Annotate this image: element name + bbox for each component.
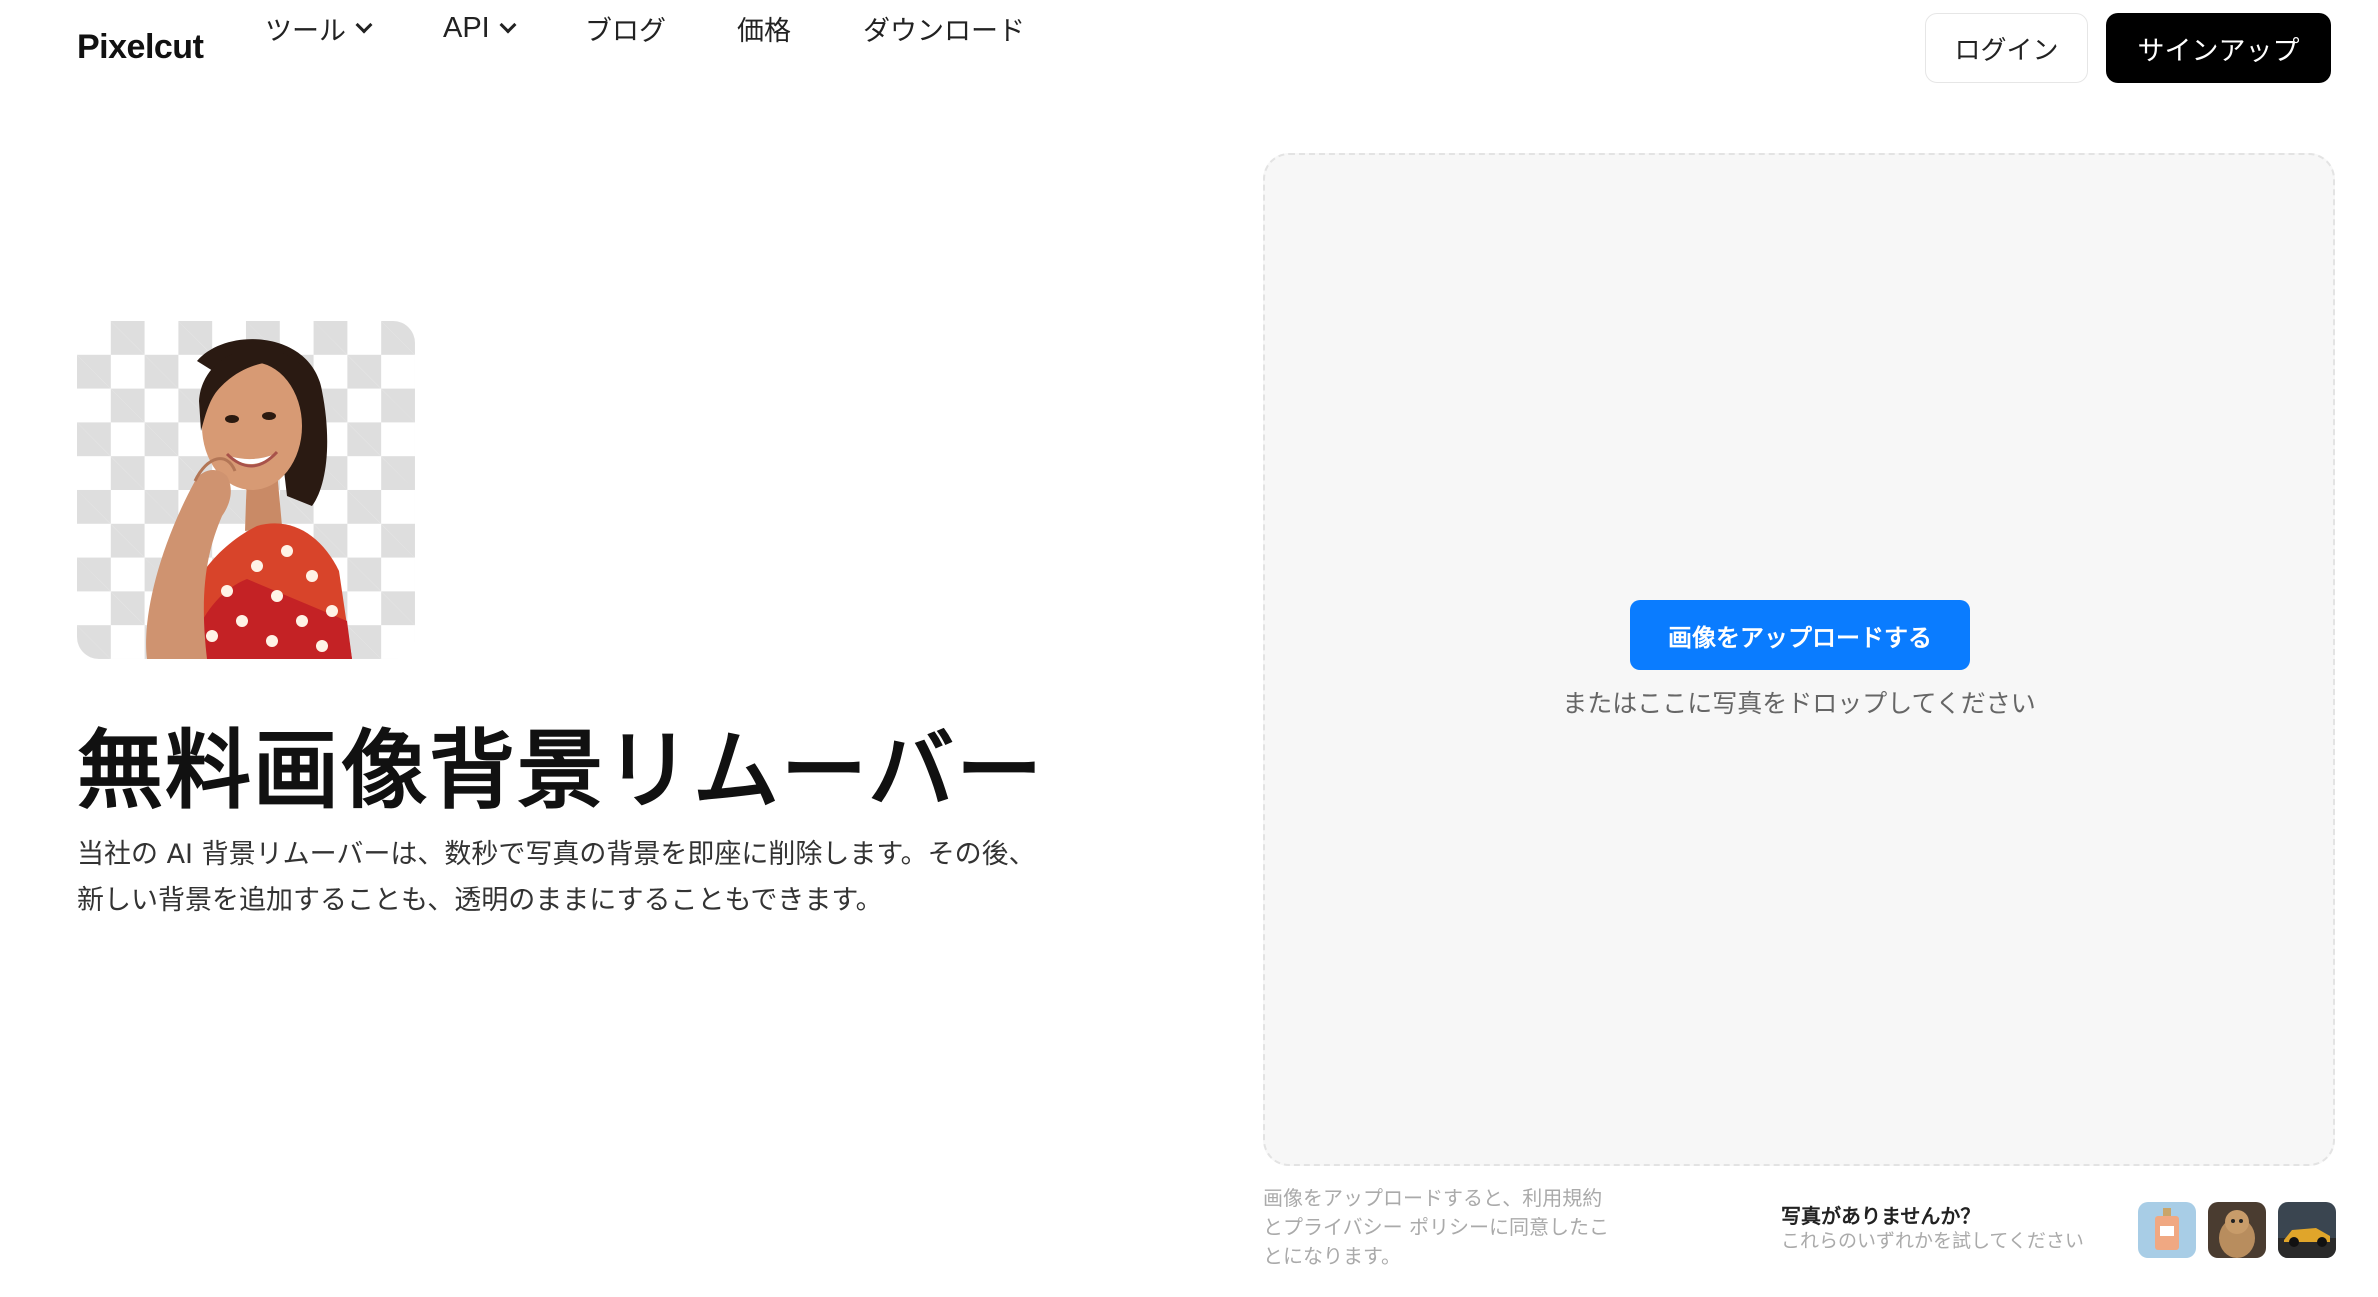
- sports-car-icon: [2278, 1202, 2336, 1258]
- sample-photos-subtitle: これらのいずれかを試してください: [1781, 1230, 2084, 1252]
- signup-button[interactable]: サインアップ: [2106, 13, 2331, 83]
- nav-tools-label: ツール: [265, 15, 346, 47]
- hero-description: 当社の AI 背景リムーバーは、数秒で写真の背景を即座に削除します。その後、新し…: [77, 839, 1036, 916]
- nav-blog[interactable]: ブログ: [585, 9, 666, 48]
- top-nav: Pixelcut ツール API ブログ 価格 ダウンロード ログイン サインア…: [0, 0, 2378, 96]
- nav-api[interactable]: API: [443, 11, 517, 45]
- nav-download[interactable]: ダウンロード: [863, 9, 1025, 48]
- woman-cutout-illustration: [146, 339, 352, 659]
- hero-example-image: [77, 321, 415, 659]
- login-button[interactable]: ログイン: [1925, 13, 2088, 83]
- nav-api-label: API: [443, 11, 490, 44]
- logo[interactable]: Pixelcut: [77, 28, 204, 67]
- dog-icon: [2208, 1202, 2266, 1258]
- page-title: 無料画像背景リムーバー: [77, 721, 1045, 821]
- perfume-bottle-icon: [2138, 1202, 2196, 1258]
- drop-hint-text: またはここに写真をドロップしてください: [1562, 689, 2036, 718]
- sample-car-thumbnail[interactable]: [2278, 1202, 2336, 1258]
- sample-perfume-thumbnail[interactable]: [2138, 1202, 2196, 1258]
- terms-notice: 画像をアップロードすると、利用規約とプライバシー ポリシーに同意したことになりま…: [1263, 1186, 1609, 1268]
- upload-image-button[interactable]: 画像をアップロードする: [1630, 600, 1970, 670]
- sample-dog-thumbnail[interactable]: [2208, 1202, 2266, 1258]
- sample-thumbnails: [2138, 1202, 2348, 1258]
- nav-tools[interactable]: ツール: [265, 9, 373, 48]
- nav-pricing[interactable]: 価格: [737, 9, 791, 48]
- sample-photos-title: 写真がありませんか？: [1781, 1204, 1981, 1228]
- chevron-down-icon: [499, 16, 517, 34]
- chevron-down-icon: [355, 16, 373, 34]
